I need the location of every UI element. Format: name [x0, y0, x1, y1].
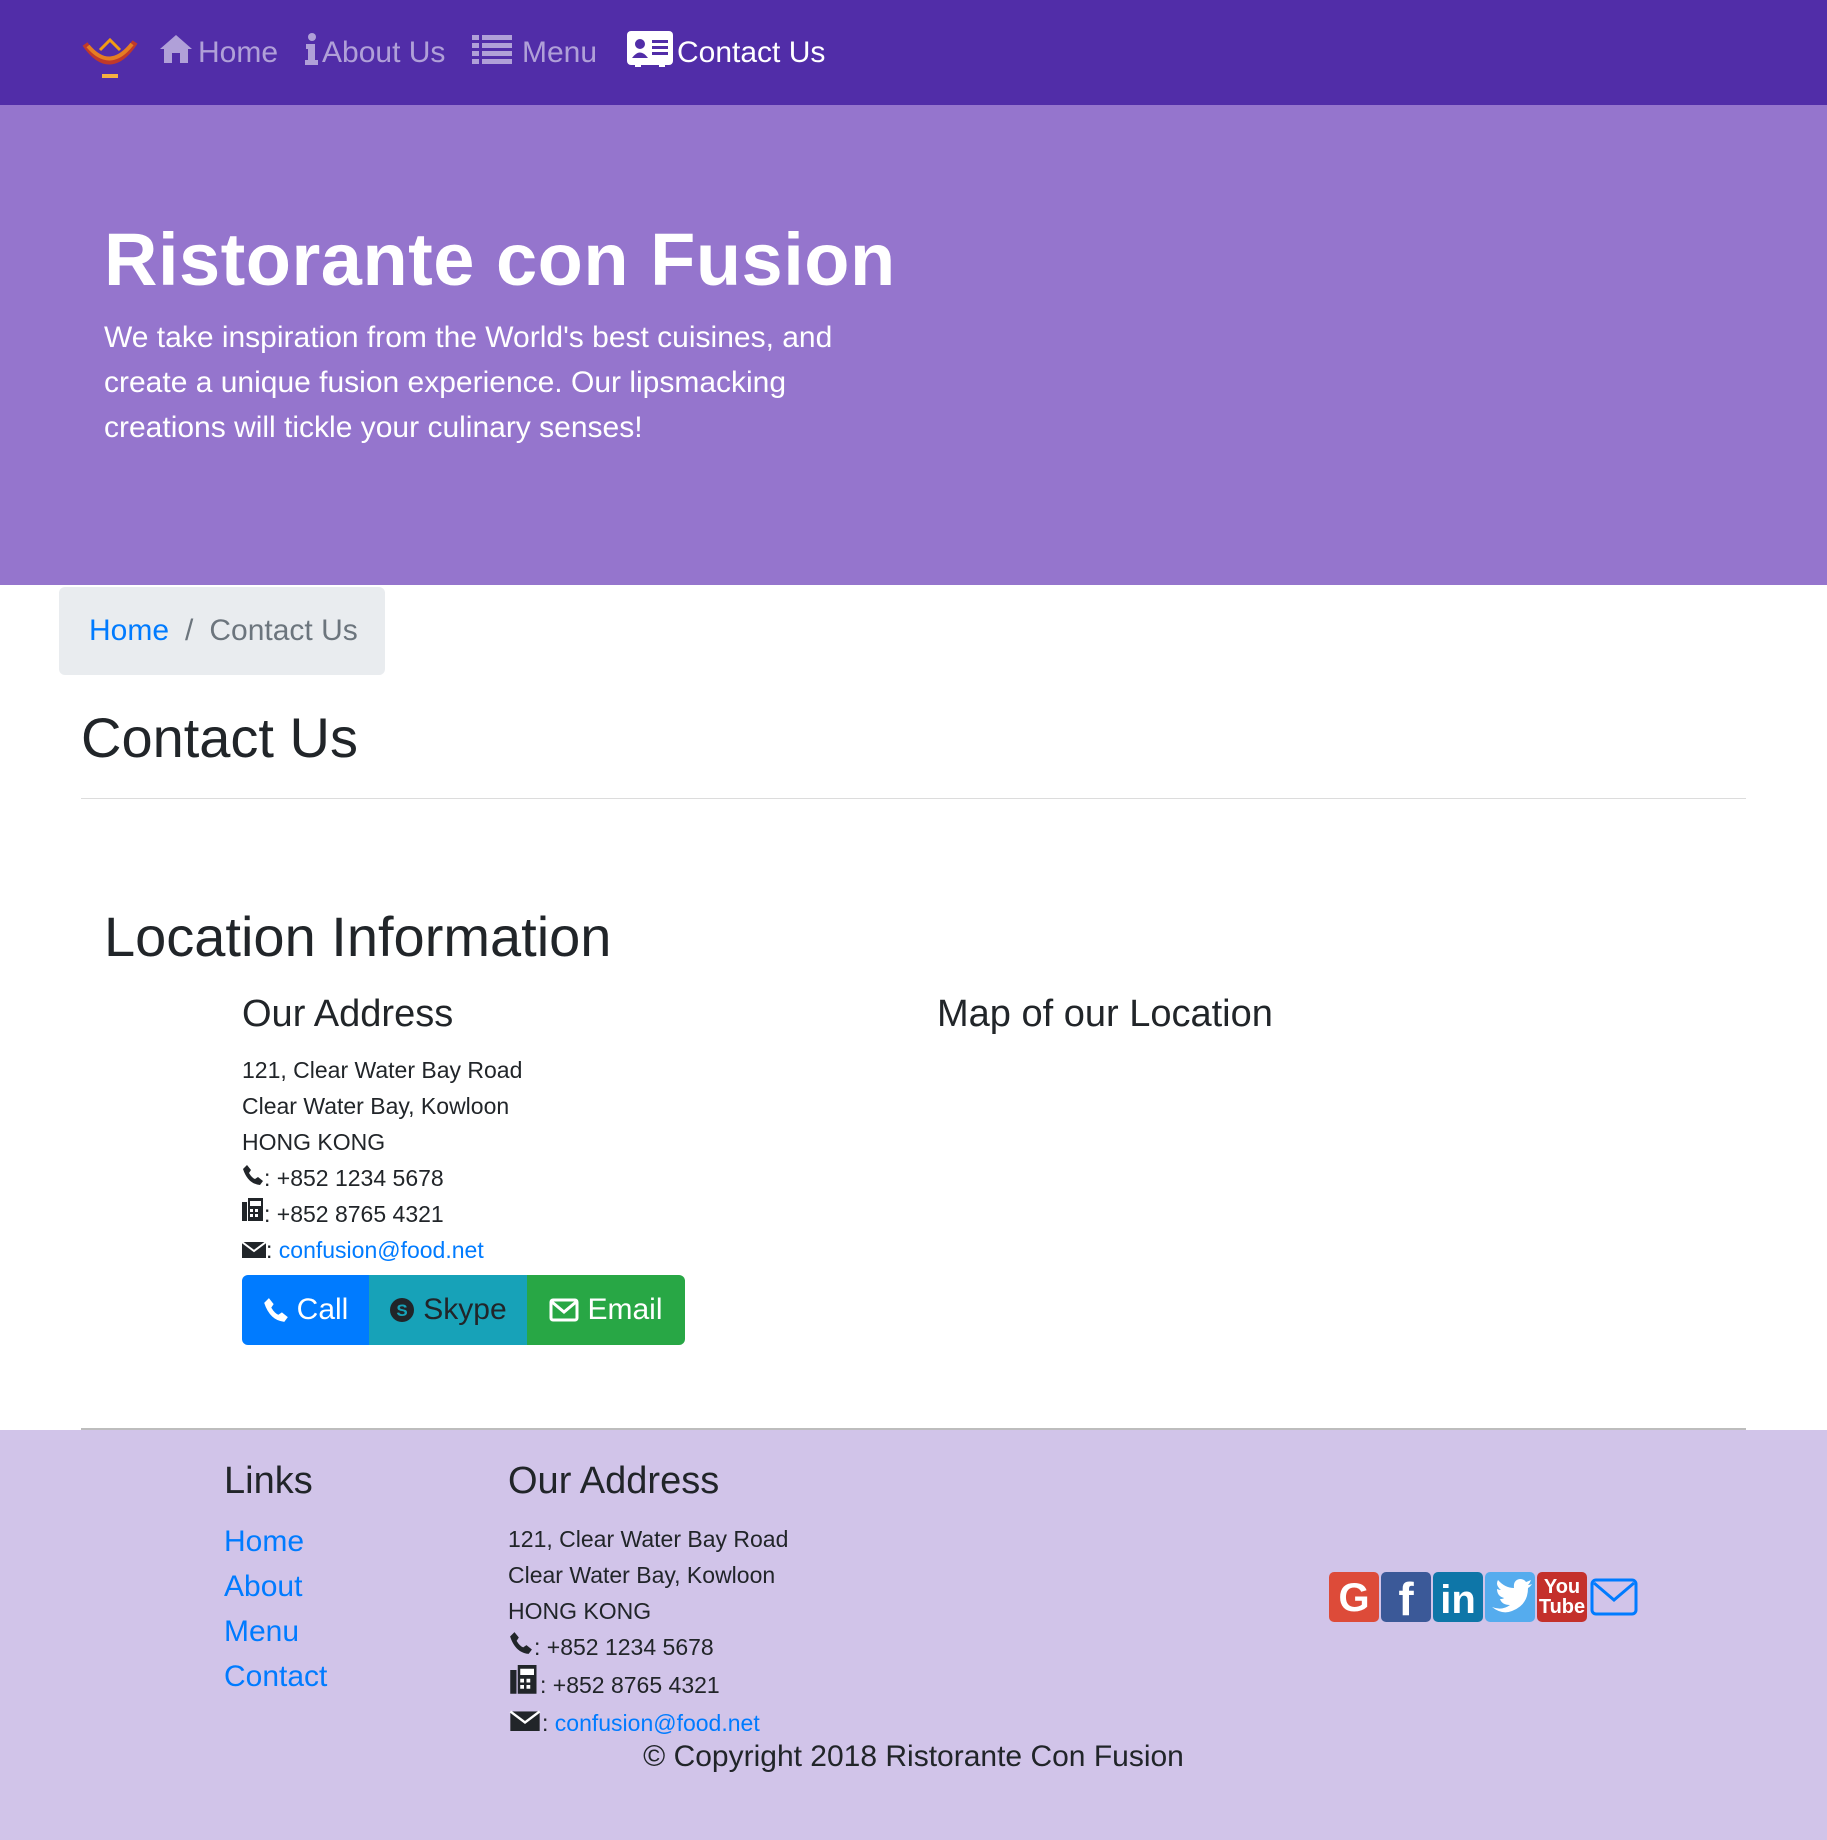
address-line: 121, Clear Water Bay Road — [242, 1057, 523, 1083]
phone-sep: : — [534, 1634, 541, 1660]
fax-line: : +852 8765 4321 — [242, 1196, 522, 1232]
address-line: Clear Water Bay, Kowloon — [242, 1093, 510, 1119]
info-icon — [304, 32, 318, 74]
nav-menu-label: Menu — [522, 36, 598, 69]
fax-sep: : — [264, 1201, 271, 1227]
copyright: © Copyright 2018 Ristorante Con Fusion — [0, 1740, 1827, 1774]
contact-button-group: Call S Skype Email — [242, 1275, 685, 1345]
nav-menu[interactable]: Menu — [472, 30, 597, 76]
breadcrumb: Home / Contact Us — [59, 587, 385, 675]
fax-sep: : — [540, 1672, 547, 1698]
phone-icon — [263, 1298, 288, 1322]
footer-address-block: 121, Clear Water Bay Road Clear Water Ba… — [508, 1521, 788, 1741]
footer-links: Home About Menu Contact — [224, 1519, 327, 1699]
skype-button[interactable]: S Skype — [369, 1275, 527, 1345]
footer-phone-number: +852 1234 5678 — [546, 1634, 714, 1660]
breadcrumb-current: Contact Us — [209, 614, 358, 647]
phone-sep: : — [264, 1165, 271, 1191]
envelope-icon — [549, 1298, 579, 1322]
google-plus-icon[interactable]: G — [1329, 1572, 1379, 1622]
fax-icon — [508, 1665, 540, 1705]
address-line: 121, Clear Water Bay Road — [508, 1526, 789, 1552]
breadcrumb-separator: / — [185, 614, 194, 647]
address-title: Our Address — [242, 993, 454, 1035]
nav-home[interactable]: Home — [158, 30, 278, 76]
svg-text:G: G — [1338, 1576, 1369, 1619]
address-line: HONG KONG — [508, 1598, 652, 1624]
social-links: G f in You Tube — [1329, 1572, 1639, 1622]
footer-fax-number: +852 8765 4321 — [552, 1672, 720, 1698]
email-button[interactable]: Email — [527, 1275, 685, 1345]
linkedin-icon[interactable]: in — [1433, 1572, 1483, 1622]
call-button[interactable]: Call — [242, 1275, 369, 1345]
youtube-icon[interactable]: You Tube — [1537, 1572, 1587, 1622]
address-block: 121, Clear Water Bay Road Clear Water Ba… — [241, 1052, 523, 1268]
email-sep: : — [266, 1237, 273, 1263]
breadcrumb-home-link[interactable]: Home — [89, 614, 169, 648]
address-card-icon — [627, 31, 673, 75]
navbar: Home About Us Menu Contact Us — [0, 0, 1827, 105]
divider — [81, 798, 1746, 799]
nav-contact-label: Contact Us — [677, 36, 826, 69]
location-title: Location Information — [104, 905, 612, 968]
svg-text:f: f — [1398, 1575, 1414, 1619]
fax-icon — [242, 1196, 264, 1232]
list-icon — [472, 33, 512, 73]
copyright-text: © Copyright 2018 Ristorante Con Fusion — [643, 1740, 1184, 1773]
home-icon — [158, 33, 194, 73]
email-link[interactable]: confusion@food.net — [279, 1232, 484, 1268]
address-line: HONG KONG — [242, 1129, 386, 1155]
footer-link-about[interactable]: About — [224, 1570, 302, 1603]
phone-icon — [242, 1160, 264, 1196]
youtube-tube: Tube — [1538, 1596, 1586, 1618]
svg-text:in: in — [1440, 1578, 1476, 1619]
phone-number: +852 1234 5678 — [276, 1165, 444, 1191]
phone-line: : +852 1234 5678 — [242, 1160, 522, 1196]
phone-icon — [508, 1629, 534, 1665]
footer-link-home[interactable]: Home — [224, 1525, 304, 1558]
email-label: Email — [587, 1293, 663, 1326]
jumbotron: Ristorante con Fusion We take inspiratio… — [0, 105, 1827, 585]
footer-email-link[interactable]: confusion@food.net — [555, 1705, 760, 1741]
call-label: Call — [296, 1293, 349, 1326]
youtube-you: You — [1543, 1576, 1581, 1598]
restaurant-title: Ristorante con Fusion — [104, 218, 896, 301]
map-title: Map of our Location — [937, 993, 1273, 1035]
footer-link-contact[interactable]: Contact — [224, 1660, 327, 1693]
footer-phone-line: : +852 1234 5678 — [508, 1629, 788, 1665]
address-line: Clear Water Bay, Kowloon — [508, 1562, 776, 1588]
twitter-icon[interactable] — [1485, 1572, 1535, 1622]
brand-logo[interactable] — [80, 32, 140, 82]
fax-number: +852 8765 4321 — [276, 1201, 444, 1227]
nav-contact[interactable]: Contact Us — [627, 30, 825, 76]
footer-address-title: Our Address — [508, 1460, 720, 1502]
footer-link-menu[interactable]: Menu — [224, 1615, 299, 1648]
footer-fax-line: : +852 8765 4321 — [508, 1665, 788, 1705]
facebook-icon[interactable]: f — [1381, 1572, 1431, 1622]
nav-about[interactable]: About Us — [304, 30, 445, 76]
envelope-icon[interactable] — [1589, 1572, 1639, 1622]
footer-links-title: Links — [224, 1460, 313, 1502]
svg-text:S: S — [397, 1301, 408, 1320]
jumbotron-text: We take inspiration from the World's bes… — [104, 321, 833, 444]
email-sep: : — [542, 1710, 549, 1736]
nav-about-label: About Us — [322, 36, 446, 69]
footer-email-line: : confusion@food.net — [508, 1705, 788, 1741]
skype-label: Skype — [423, 1293, 507, 1326]
page-title: Contact Us — [81, 706, 358, 769]
envelope-icon — [241, 1232, 267, 1268]
nav-home-label: Home — [198, 36, 279, 69]
skype-icon: S — [390, 1298, 415, 1322]
envelope-icon — [508, 1705, 542, 1741]
email-line: : confusion@food.net — [241, 1232, 522, 1268]
